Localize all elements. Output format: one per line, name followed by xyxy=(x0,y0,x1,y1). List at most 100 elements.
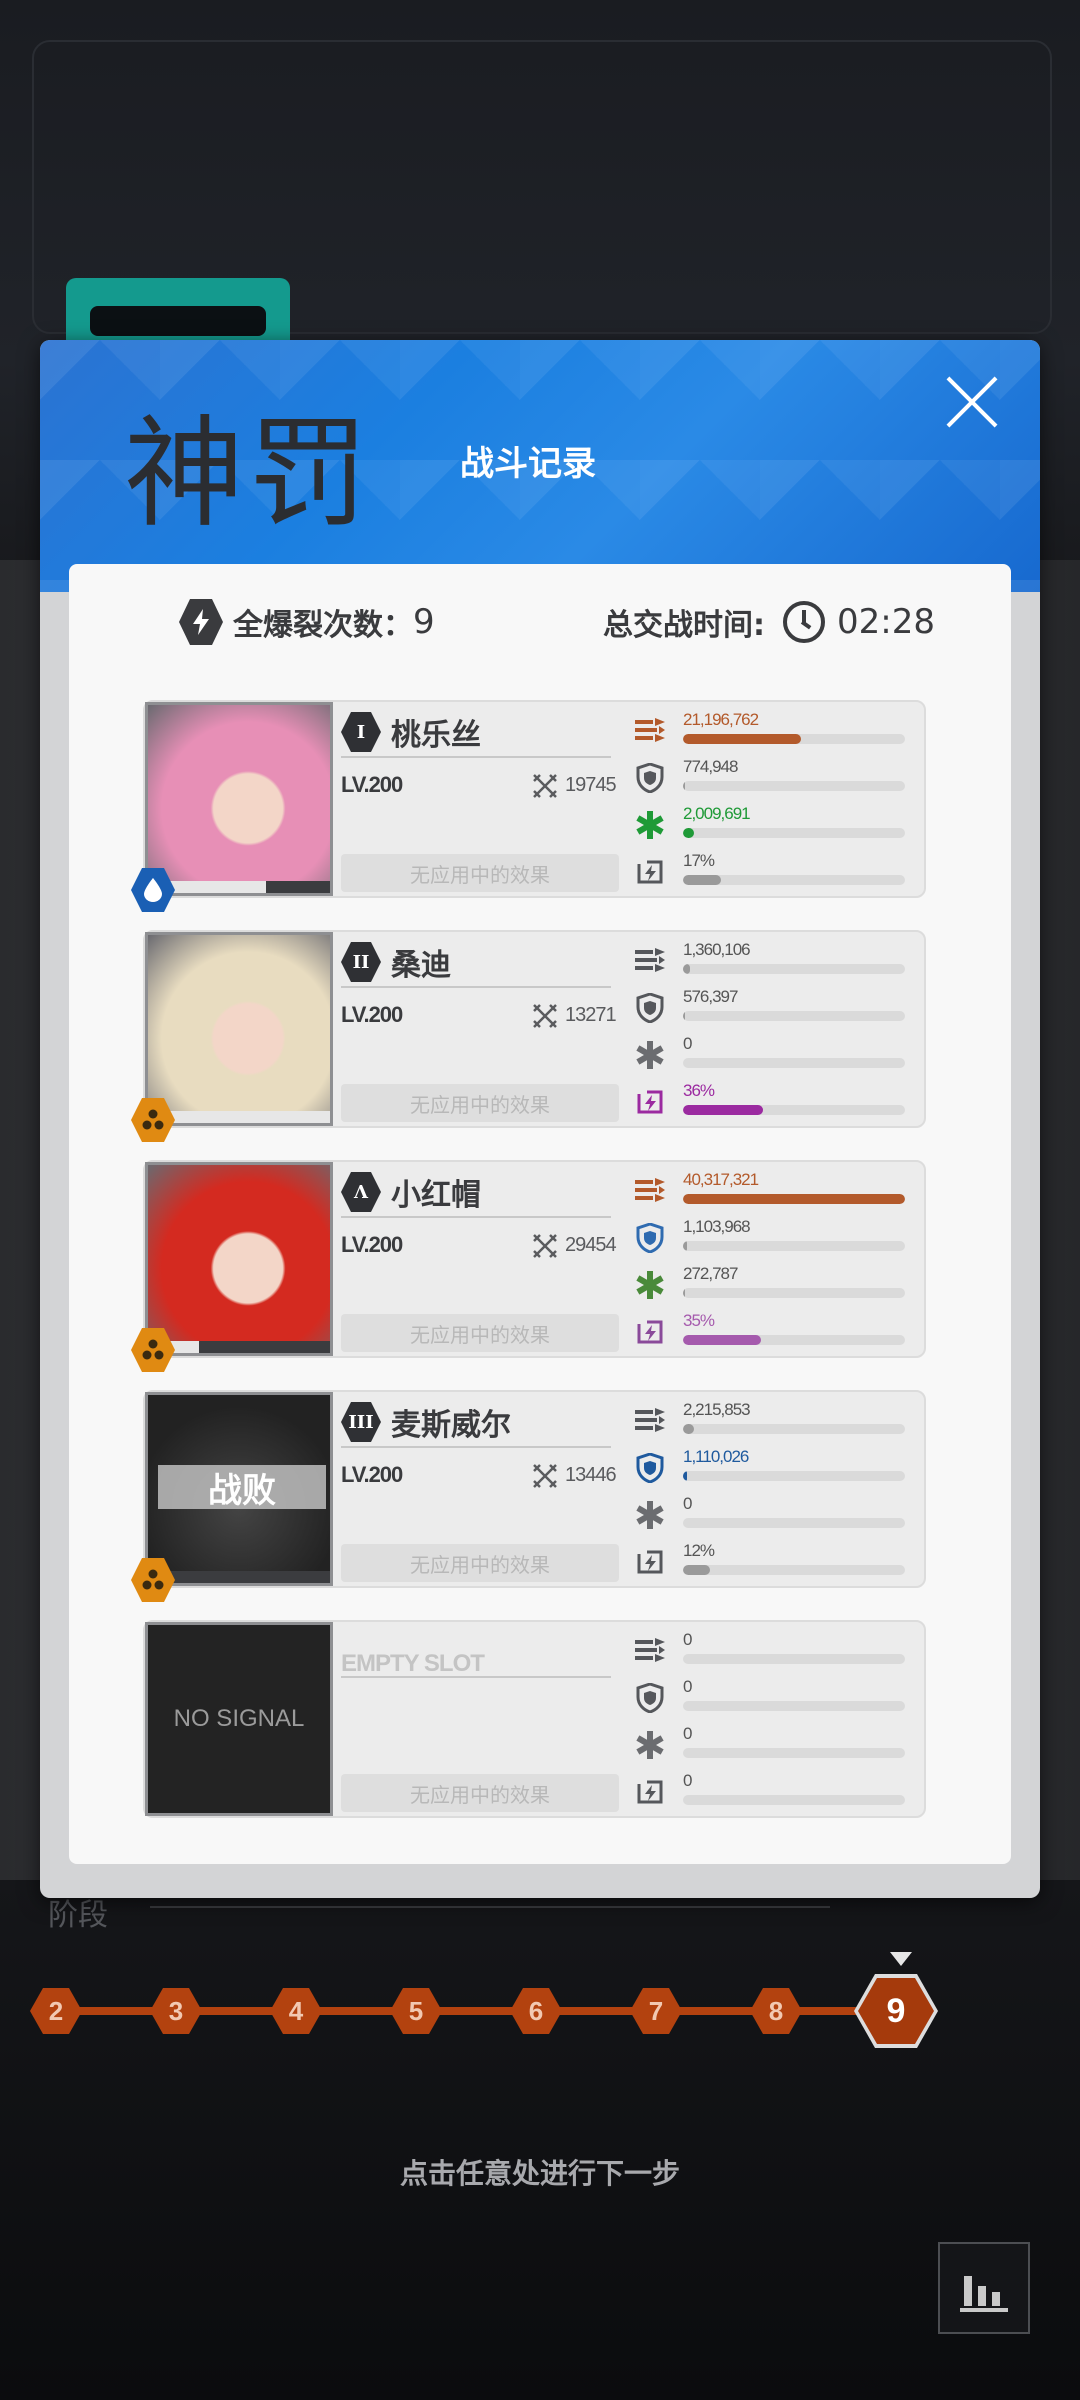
character-portrait[interactable]: NO SIGNAL xyxy=(145,1622,333,1816)
burst-gauge-stat: 17% xyxy=(635,851,915,895)
stat-bar-fill xyxy=(683,781,686,791)
stage-divider xyxy=(150,1906,830,1908)
battle-time-value: 02:28 xyxy=(837,602,935,642)
hp-bar xyxy=(148,1571,330,1583)
stat-bar xyxy=(683,1565,905,1575)
stat-bar xyxy=(683,1288,905,1298)
damage-taken-stat: 774,948 xyxy=(635,757,915,801)
modal-header: 神罚 战斗记录 xyxy=(40,340,1040,592)
stat-bar xyxy=(683,1241,905,1251)
stat-bar xyxy=(683,1748,905,1758)
continue-hint[interactable]: 点击任意处进行下一步 xyxy=(0,2152,1080,2192)
heal-stat: 0 xyxy=(635,1034,915,1078)
bar-chart-icon xyxy=(960,2276,1008,2312)
name-divider xyxy=(341,1446,611,1448)
character-row[interactable]: 战败 III 麦斯威尔 LV.200 13446 无应用中的效果 2,215,853 1,11… xyxy=(131,1390,926,1602)
battle-record-modal: 神罚 战斗记录 全爆裂次数： 9 总交战时间: 02:28 I 桃乐丝 LV.200… xyxy=(40,340,1040,1898)
heal-stat: 0 xyxy=(635,1724,915,1768)
stat-bar xyxy=(683,875,905,885)
character-level: LV.200 xyxy=(341,1002,403,1027)
stat-bar xyxy=(683,964,905,974)
stat-bar-fill xyxy=(683,1011,686,1021)
stat-value: 1,360,106 xyxy=(683,940,751,959)
burst-stage-badge: III xyxy=(341,1402,381,1442)
character-row[interactable]: NO SIGNAL EMPTY SLOT 无应用中的效果 0 0 0 0 xyxy=(143,1620,926,1818)
combat-power: 13271 xyxy=(565,1004,617,1026)
character-portrait[interactable] xyxy=(145,1162,333,1356)
stat-bar xyxy=(683,1471,905,1481)
statistics-button[interactable] xyxy=(938,2242,1030,2334)
effects-status: 无应用中的效果 xyxy=(341,1084,619,1122)
damage-icon xyxy=(635,1636,665,1666)
name-divider xyxy=(341,1216,611,1218)
stat-bar xyxy=(683,1011,905,1021)
stat-value: 1,110,026 xyxy=(683,1447,749,1466)
damage-stat: 21,196,762 xyxy=(635,710,915,754)
character-level: LV.200 xyxy=(341,772,403,797)
battle-time-summary: 总交战时间: 02:28 xyxy=(603,592,935,652)
burst-gauge-stat: 0 xyxy=(635,1771,915,1815)
burst-count-label: 全爆裂次数： xyxy=(233,608,413,643)
character-row[interactable]: II 桑迪 LV.200 13271 无应用中的效果 1,360,106 576,397 0 3… xyxy=(131,930,926,1142)
shield-icon xyxy=(635,993,665,1023)
stat-bar xyxy=(683,1424,905,1434)
burst-charge-icon xyxy=(635,1777,665,1807)
damage-taken-stat: 576,397 xyxy=(635,987,915,1031)
combat-power-icon xyxy=(531,1002,559,1030)
stat-value: 0 xyxy=(683,1630,693,1649)
stat-bar xyxy=(683,828,905,838)
stat-bar-fill xyxy=(683,1565,710,1575)
stat-bar-fill xyxy=(683,1241,688,1251)
stat-bar xyxy=(683,1654,905,1664)
hp-bar xyxy=(148,881,330,893)
character-level: LV.200 xyxy=(341,1232,403,1257)
empty-slot-label: EMPTY SLOT xyxy=(341,1650,485,1677)
burst-count-value: 9 xyxy=(413,602,435,642)
combat-power-icon xyxy=(531,1462,559,1490)
stat-value: 35% xyxy=(683,1311,715,1330)
stat-bar xyxy=(683,781,905,791)
stat-value: 2,009,691 xyxy=(683,804,751,823)
stat-bar xyxy=(683,1194,905,1204)
character-row[interactable]: I 桃乐丝 LV.200 19745 无应用中的效果 21,196,762 774,948 2… xyxy=(131,700,926,912)
stat-value: 774,948 xyxy=(683,757,738,776)
stat-value: 12% xyxy=(683,1541,715,1560)
close-icon[interactable] xyxy=(944,374,1000,430)
damage-stat: 40,317,321 xyxy=(635,1170,915,1214)
background-tab xyxy=(66,278,290,348)
combat-power-icon xyxy=(531,1232,559,1260)
stat-value: 2,215,853 xyxy=(683,1400,751,1419)
stat-value: 0 xyxy=(683,1724,693,1743)
shield-icon xyxy=(635,1683,665,1713)
hp-bar xyxy=(148,1341,330,1353)
battle-time-label: 总交战时间: xyxy=(603,608,765,643)
defeated-label: 战败 xyxy=(158,1465,326,1511)
effects-status: 无应用中的效果 xyxy=(341,1544,619,1582)
stat-value: 21,196,762 xyxy=(683,710,759,729)
character-portrait[interactable]: 战败 xyxy=(145,1392,333,1586)
stat-bar xyxy=(683,734,905,744)
current-stage-pointer-icon xyxy=(890,1952,912,1966)
damage-stat: 1,360,106 xyxy=(635,940,915,984)
heal-icon xyxy=(635,1730,665,1760)
burst-charge-icon xyxy=(635,857,665,887)
combat-power: 13446 xyxy=(565,1464,617,1486)
stat-bar xyxy=(683,1058,905,1068)
stat-bar-fill xyxy=(683,1288,686,1298)
character-portrait[interactable] xyxy=(145,702,333,896)
damage-stat: 2,215,853 xyxy=(635,1400,915,1444)
character-portrait[interactable] xyxy=(145,932,333,1126)
stat-value: 40,317,321 xyxy=(683,1170,759,1189)
shield-icon xyxy=(635,1223,665,1253)
character-row[interactable]: Λ 小红帽 LV.200 29454 无应用中的效果 40,317,321 1,103,96… xyxy=(131,1160,926,1372)
effects-status: 无应用中的效果 xyxy=(341,1314,619,1352)
damage-taken-stat: 1,103,968 xyxy=(635,1217,915,1261)
burst-gauge-stat: 12% xyxy=(635,1541,915,1585)
record-card: 全爆裂次数： 9 总交战时间: 02:28 I 桃乐丝 LV.200 19745 无应用… xyxy=(69,564,1011,1864)
burst-gauge-stat: 36% xyxy=(635,1081,915,1125)
character-name: 麦斯威尔 xyxy=(391,1408,511,1443)
shield-icon xyxy=(635,763,665,793)
stat-value: 0 xyxy=(683,1034,693,1053)
stat-bar-fill xyxy=(683,1471,688,1481)
heal-icon xyxy=(635,1500,665,1530)
